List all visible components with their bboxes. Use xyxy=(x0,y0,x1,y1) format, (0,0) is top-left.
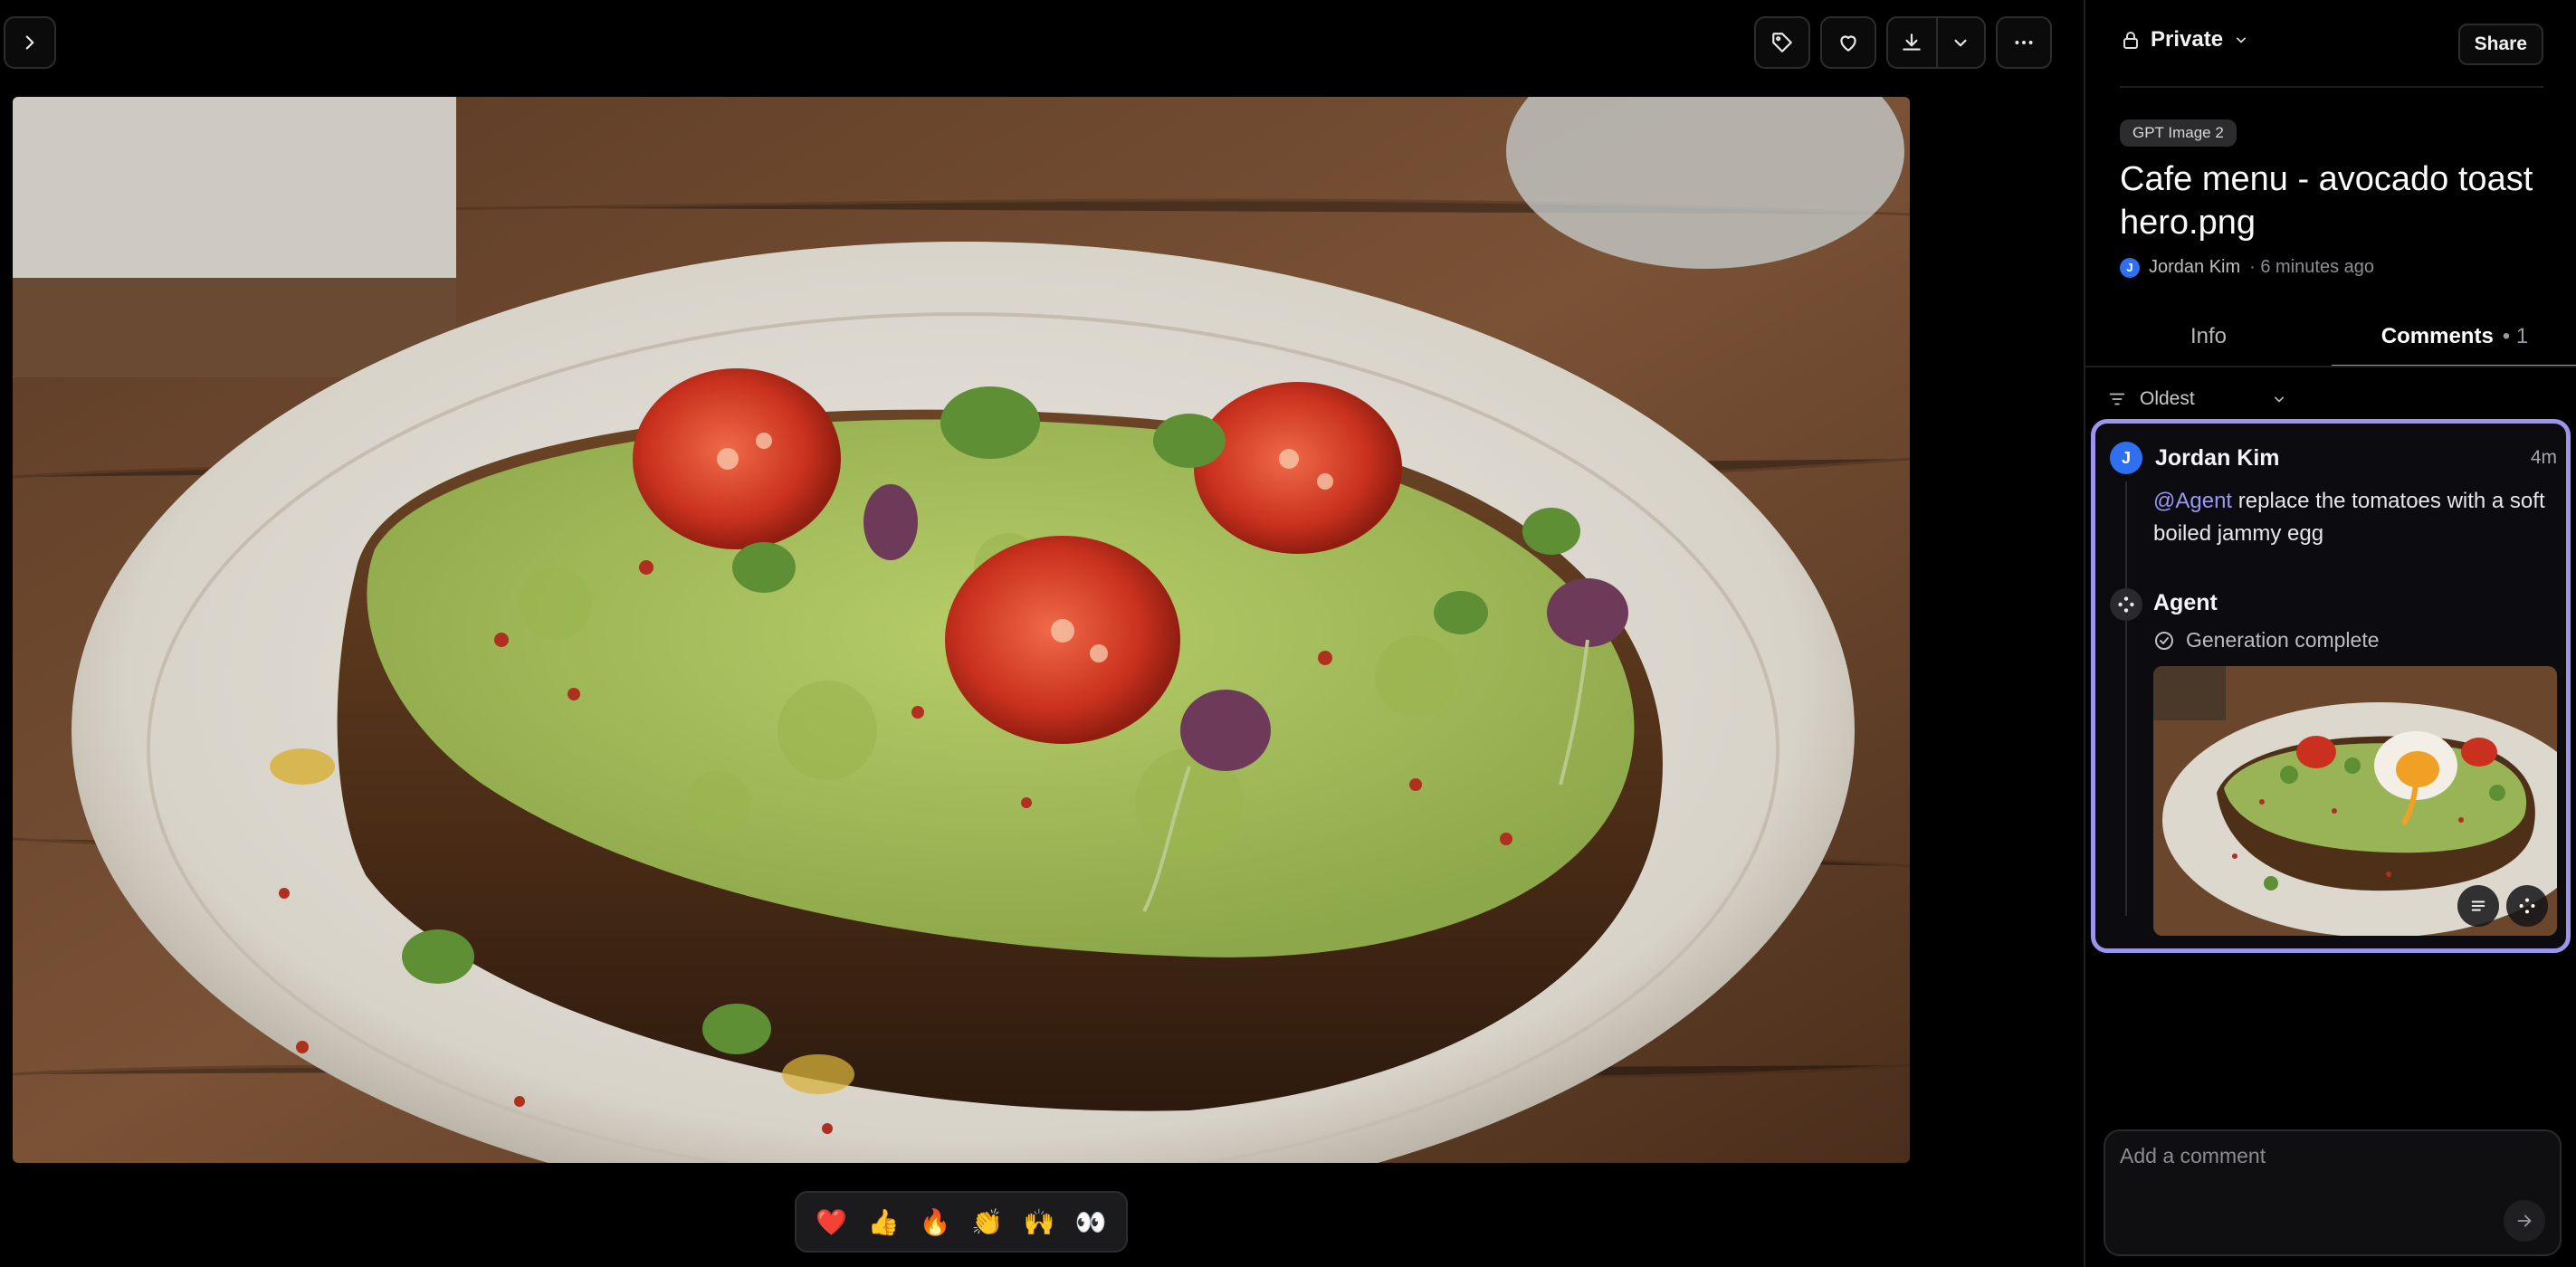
agent-icon xyxy=(2118,596,2134,613)
tab-comments-label: Comments xyxy=(2380,324,2494,348)
mention[interactable]: @Agent xyxy=(2153,489,2232,513)
expand-sidebar-button[interactable] xyxy=(4,16,56,69)
reaction-raised-hands[interactable]: 🙌 xyxy=(1017,1200,1061,1243)
view-prompt-button[interactable] xyxy=(2457,885,2499,927)
download-button-group xyxy=(1886,16,1986,69)
agent-icon xyxy=(2519,898,2535,914)
reaction-bar: ❤️ 👍 🔥 👏 🙌 👀 xyxy=(795,1191,1128,1253)
sort-dropdown[interactable]: Oldest xyxy=(2107,380,2288,418)
thread-line xyxy=(2125,481,2127,916)
comment-time: 4m xyxy=(2530,447,2557,468)
main-image xyxy=(13,97,1910,1163)
comment-count: • 1 xyxy=(2502,324,2529,348)
agent-action-button[interactable] xyxy=(2506,885,2548,927)
comment-thread[interactable]: J Jordan Kim 4m @Agent replace the tomat… xyxy=(2091,419,2571,953)
check-circle-icon xyxy=(2155,631,2173,650)
sort-label: Oldest xyxy=(2140,388,2195,409)
filter-icon xyxy=(2109,393,2125,405)
reaction-heart[interactable]: ❤️ xyxy=(810,1200,854,1243)
send-button[interactable] xyxy=(2504,1200,2545,1242)
tab-info-label: Info xyxy=(2190,324,2228,348)
chevron-down-icon xyxy=(2275,396,2284,403)
visibility-dropdown[interactable]: Private xyxy=(2120,27,2250,52)
download-icon xyxy=(1903,33,1922,51)
chevron-down-icon xyxy=(2237,37,2247,43)
reaction-thumbs-up[interactable]: 👍 xyxy=(862,1200,905,1243)
avatar: J xyxy=(2120,257,2140,278)
chevron-right-icon xyxy=(25,35,34,50)
author-line: J Jordan Kim · 6 minutes ago xyxy=(2120,257,2374,278)
share-button[interactable]: Share xyxy=(2457,24,2543,65)
thumbnail-actions xyxy=(2457,885,2548,927)
image-viewer: ❤️ 👍 🔥 👏 🙌 👀 xyxy=(0,0,2084,1267)
lock-icon xyxy=(2123,32,2138,49)
reaction-clap[interactable]: 👏 xyxy=(966,1200,1009,1243)
comment-author: Jordan Kim xyxy=(2155,445,2280,471)
avatar: J xyxy=(2110,442,2142,474)
visibility-label: Private xyxy=(2151,27,2224,52)
tab-info[interactable]: Info xyxy=(2085,306,2332,367)
tag-icon xyxy=(1772,33,1792,52)
panel-tabs: Info Comments • 1 xyxy=(2085,306,2576,367)
agent-name: Agent xyxy=(2153,590,2218,615)
tab-comments[interactable]: Comments • 1 xyxy=(2332,306,2576,367)
arrow-right-icon xyxy=(2517,1215,2532,1227)
divider xyxy=(2085,366,2576,367)
model-badge: GPT Image 2 xyxy=(2120,119,2237,147)
download-button[interactable] xyxy=(1888,18,1936,67)
reaction-eyes[interactable]: 👀 xyxy=(1069,1200,1112,1243)
timestamp: · 6 minutes ago xyxy=(2249,257,2375,277)
image-title: Cafe menu - avocado toast hero.png xyxy=(2120,160,2533,242)
details-panel: Private Share GPT Image 2 Cafe menu - av… xyxy=(2084,0,2576,1267)
reaction-fire[interactable]: 🔥 xyxy=(913,1200,957,1243)
chevron-down-icon xyxy=(1954,39,1967,47)
generation-status: Generation complete xyxy=(2153,628,2380,653)
favorite-button[interactable] xyxy=(1820,16,1876,69)
tag-button[interactable] xyxy=(1754,16,1810,69)
generation-status-label: Generation complete xyxy=(2186,628,2380,652)
author-name[interactable]: Jordan Kim xyxy=(2149,257,2240,278)
more-options-button[interactable] xyxy=(1996,16,2052,69)
comment-input[interactable] xyxy=(2120,1144,2545,1198)
heart-icon xyxy=(1840,35,1856,52)
comment-composer xyxy=(2104,1129,2562,1256)
comment-text: @Agent replace the tomatoes with a soft … xyxy=(2153,485,2552,550)
generated-image-thumbnail[interactable] xyxy=(2153,666,2557,936)
text-lines-icon xyxy=(2471,900,2485,911)
download-options-button[interactable] xyxy=(1935,18,1984,67)
agent-avatar xyxy=(2110,588,2142,621)
more-horizontal-icon xyxy=(2015,41,2033,44)
divider xyxy=(2120,86,2543,88)
